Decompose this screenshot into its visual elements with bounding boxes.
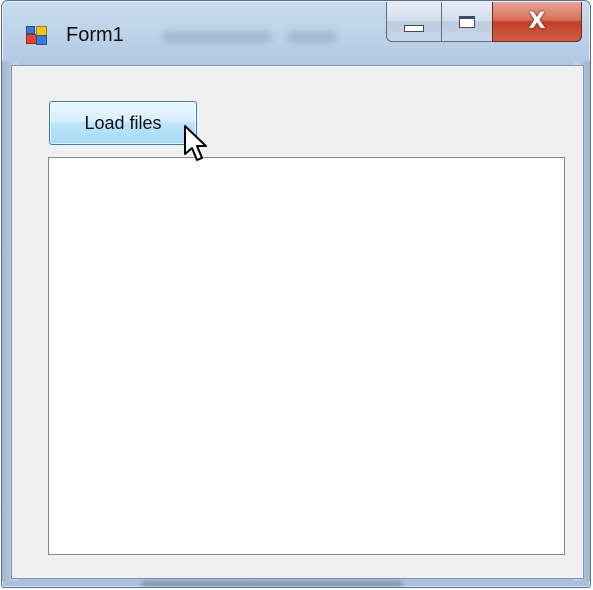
minimize-icon bbox=[404, 25, 424, 32]
close-icon: X bbox=[528, 8, 546, 34]
caption-buttons: X bbox=[382, 2, 590, 44]
file-list-box[interactable] bbox=[48, 157, 565, 555]
form-client-area: Load files bbox=[11, 65, 584, 579]
maximize-icon bbox=[459, 15, 475, 28]
close-button[interactable]: X bbox=[492, 2, 582, 42]
background-blur bbox=[287, 31, 337, 43]
window-title: Form1 bbox=[66, 24, 124, 46]
background-blur bbox=[162, 31, 272, 43]
form-window: Form1 X Load files bbox=[1, 0, 591, 588]
screen: Form1 X Load files bbox=[0, 0, 593, 590]
background-blur bbox=[142, 581, 402, 587]
load-files-button[interactable]: Load files bbox=[49, 101, 197, 145]
mouse-pointer-icon bbox=[184, 125, 207, 161]
maximize-button[interactable] bbox=[441, 2, 493, 42]
winforms-app-icon[interactable] bbox=[26, 26, 48, 46]
title-bar[interactable]: Form1 X bbox=[2, 1, 590, 59]
minimize-button[interactable] bbox=[386, 2, 442, 42]
